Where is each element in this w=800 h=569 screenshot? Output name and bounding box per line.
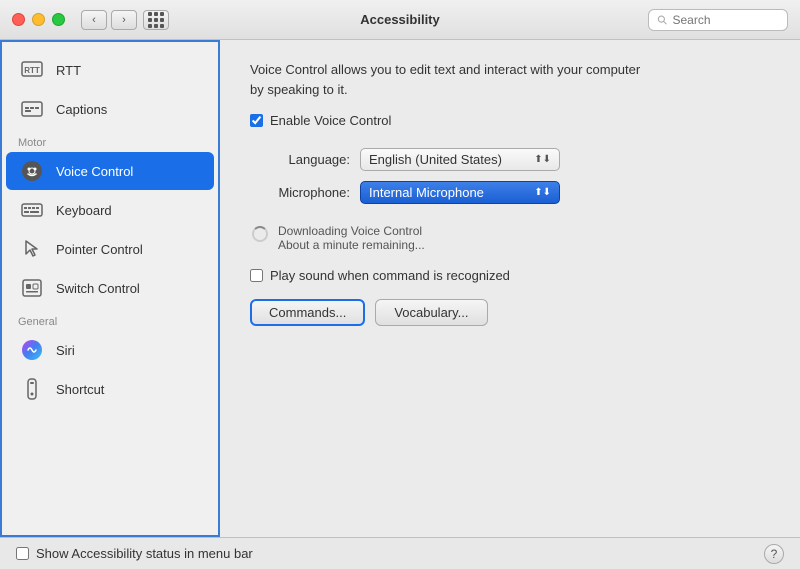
sidebar-item-rtt[interactable]: RTT RTT xyxy=(6,51,214,89)
show-accessibility-row: Show Accessibility status in menu bar xyxy=(16,546,253,561)
sidebar-item-label: RTT xyxy=(56,63,81,78)
grid-icon xyxy=(148,12,164,28)
sidebar-item-label: Keyboard xyxy=(56,203,112,218)
keyboard-icon xyxy=(18,196,46,224)
enable-voice-control-label: Enable Voice Control xyxy=(270,113,391,128)
language-label: Language: xyxy=(250,152,350,167)
language-select[interactable]: English (United States) ⬆⬇ xyxy=(360,148,560,171)
sidebar-item-label: Siri xyxy=(56,343,75,358)
bottombar: Show Accessibility status in menu bar ? xyxy=(0,537,800,569)
search-icon xyxy=(657,14,667,26)
downloading-subtitle: About a minute remaining... xyxy=(278,238,425,252)
siri-icon xyxy=(18,336,46,364)
play-sound-label: Play sound when command is recognized xyxy=(270,268,510,283)
svg-text:RTT: RTT xyxy=(24,66,40,75)
close-button[interactable] xyxy=(12,13,25,26)
search-input[interactable] xyxy=(672,13,779,27)
commands-button[interactable]: Commands... xyxy=(250,299,365,326)
back-button[interactable]: ‹ xyxy=(81,10,107,30)
show-accessibility-label: Show Accessibility status in menu bar xyxy=(36,546,253,561)
language-select-arrow: ⬆⬇ xyxy=(534,154,551,165)
grid-view-button[interactable] xyxy=(143,10,169,30)
motor-section-label: Motor xyxy=(2,129,218,151)
language-value: English (United States) xyxy=(369,152,502,167)
main-area: RTT RTT Captions Motor xyxy=(0,40,800,537)
play-sound-checkbox[interactable] xyxy=(250,269,263,282)
sidebar-item-label: Shortcut xyxy=(56,382,104,397)
downloading-title: Downloading Voice Control xyxy=(278,224,425,238)
sidebar-item-shortcut[interactable]: Shortcut xyxy=(6,370,214,408)
sidebar-item-label: Pointer Control xyxy=(56,242,143,257)
downloading-spinner xyxy=(250,224,270,244)
sidebar-item-switch-control[interactable]: Switch Control xyxy=(6,269,214,307)
downloading-row: Downloading Voice Control About a minute… xyxy=(250,224,770,252)
microphone-value: Internal Microphone xyxy=(369,185,484,200)
window-title: Accessibility xyxy=(360,12,440,27)
content-panel: Voice Control allows you to edit text an… xyxy=(220,40,800,537)
voice-control-icon xyxy=(18,157,46,185)
sidebar-item-captions[interactable]: Captions xyxy=(6,90,214,128)
microphone-row: Microphone: Internal Microphone ⬆⬇ xyxy=(250,181,770,204)
captions-icon xyxy=(18,95,46,123)
sidebar-item-label: Captions xyxy=(56,102,107,117)
microphone-select-arrow: ⬆⬇ xyxy=(534,187,551,198)
rtt-icon: RTT xyxy=(18,56,46,84)
nav-buttons: ‹ › xyxy=(81,10,137,30)
sidebar-item-pointer-control[interactable]: Pointer Control xyxy=(6,230,214,268)
sidebar-item-keyboard[interactable]: Keyboard xyxy=(6,191,214,229)
shortcut-icon xyxy=(18,375,46,403)
sidebar-item-siri[interactable]: Siri xyxy=(6,331,214,369)
traffic-lights xyxy=(12,13,65,26)
help-button[interactable]: ? xyxy=(764,544,784,564)
sidebar-item-voice-control[interactable]: Voice Control xyxy=(6,152,214,190)
language-row: Language: English (United States) ⬆⬇ xyxy=(250,148,770,171)
maximize-button[interactable] xyxy=(52,13,65,26)
sidebar-item-label: Voice Control xyxy=(56,164,133,179)
buttons-row: Commands... Vocabulary... xyxy=(250,299,770,326)
play-sound-row: Play sound when command is recognized xyxy=(250,268,770,283)
forward-button[interactable]: › xyxy=(111,10,137,30)
titlebar: ‹ › Accessibility xyxy=(0,0,800,40)
microphone-label: Microphone: xyxy=(250,185,350,200)
minimize-button[interactable] xyxy=(32,13,45,26)
downloading-info: Downloading Voice Control About a minute… xyxy=(278,224,425,252)
search-box[interactable] xyxy=(648,9,788,31)
vocabulary-button[interactable]: Vocabulary... xyxy=(375,299,487,326)
enable-voice-control-checkbox[interactable] xyxy=(250,114,263,127)
voice-control-description: Voice Control allows you to edit text an… xyxy=(250,60,650,99)
general-section-label: General xyxy=(2,308,218,330)
sidebar-item-label: Switch Control xyxy=(56,281,140,296)
enable-voice-control-row: Enable Voice Control xyxy=(250,113,770,128)
show-accessibility-checkbox[interactable] xyxy=(16,547,29,560)
sidebar: RTT RTT Captions Motor xyxy=(0,40,220,537)
pointer-icon xyxy=(18,235,46,263)
microphone-select[interactable]: Internal Microphone ⬆⬇ xyxy=(360,181,560,204)
switch-icon xyxy=(18,274,46,302)
